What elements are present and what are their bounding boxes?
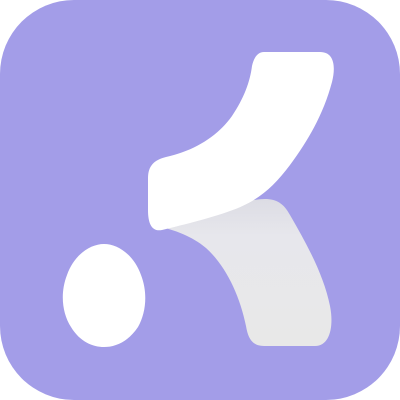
k-logo-app-icon[interactable]	[0, 0, 400, 400]
app-icon-stage	[0, 0, 400, 400]
